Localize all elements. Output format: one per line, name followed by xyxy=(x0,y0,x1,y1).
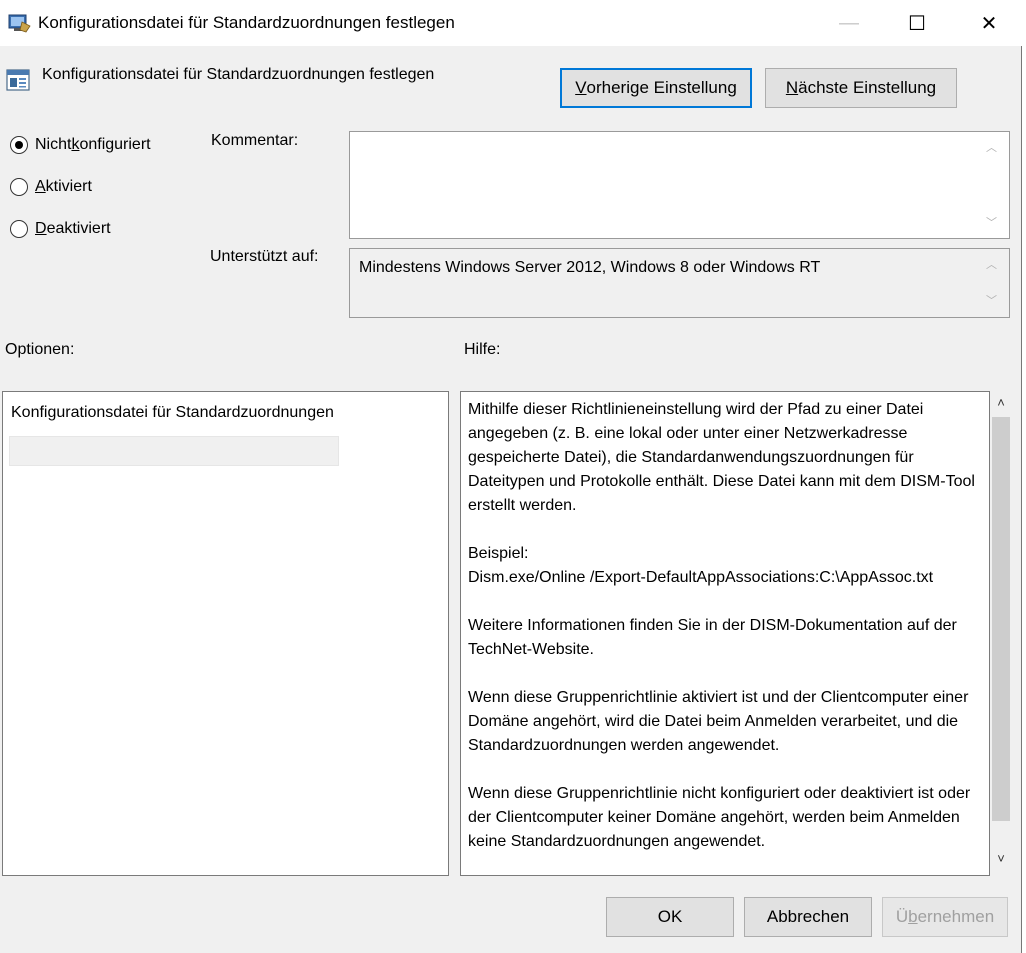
help-label: Hilfe: xyxy=(464,341,501,358)
previous-setting-mnemonic: V xyxy=(575,78,587,97)
supported-on-value: Mindestens Windows Server 2012, Windows … xyxy=(359,259,821,276)
help-paragraph: Beispiel: Dism.exe/Online /Export-Defaul… xyxy=(468,545,934,586)
next-setting-button[interactable]: Nächste Einstellung xyxy=(765,68,957,108)
policy-setting-icon xyxy=(6,69,30,91)
apply-label-rest: ernehmen xyxy=(917,907,995,926)
radio-mnemonic: k xyxy=(71,136,80,153)
comment-textarea[interactable] xyxy=(349,131,1010,239)
next-setting-label: ächste Einstellung xyxy=(798,78,937,97)
radio-enabled[interactable]: Aktiviert xyxy=(10,178,92,196)
help-scrollbar[interactable]: ˄ ˅ xyxy=(990,391,1012,876)
help-paragraph: Wenn diese Gruppenrichtlinie nicht konfi… xyxy=(468,785,971,850)
help-panel: Mithilfe dieser Richtlinieneinstellung w… xyxy=(460,391,990,876)
radio-label-prefix: Nicht xyxy=(35,136,72,153)
supported-on-label: Unterstützt auf: xyxy=(210,248,319,265)
radio-mnemonic: A xyxy=(35,178,46,195)
options-panel: Konfigurationsdatei für Standardzuordnun… xyxy=(2,391,449,876)
previous-setting-label: orherige Einstellung xyxy=(586,78,737,97)
comment-label: Kommentar: xyxy=(211,132,299,149)
minimize-button[interactable]: — xyxy=(820,0,878,46)
supported-scroll-up-icon: ︿ xyxy=(986,259,997,271)
cancel-button[interactable]: Abbrechen xyxy=(744,897,872,937)
title-bar: Konfigurationsdatei für Standardzuordnun… xyxy=(0,0,1026,46)
scroll-down-arrow-icon[interactable]: ˅ xyxy=(990,851,1012,871)
setting-title: Konfigurationsdatei für Standardzuordnun… xyxy=(42,66,435,83)
radio-mnemonic: D xyxy=(35,220,47,237)
apply-mnemonic: b xyxy=(908,907,918,926)
comment-scroll-down-icon: ﹀ xyxy=(986,217,997,229)
apply-button[interactable]: Üb ernehmen xyxy=(882,897,1008,937)
previous-setting-button[interactable]: Vorherige Einstellung xyxy=(560,68,752,108)
radio-indicator xyxy=(10,136,28,154)
next-setting-mnemonic: N xyxy=(785,78,799,97)
close-button[interactable]: ✕ xyxy=(960,0,1018,46)
radio-indicator xyxy=(10,220,28,238)
radio-not-configured[interactable]: Nicht k onfiguriert xyxy=(10,136,151,154)
ok-button[interactable]: OK xyxy=(606,897,734,937)
radio-indicator xyxy=(10,178,28,196)
scroll-up-arrow-icon[interactable]: ˄ xyxy=(990,395,1012,415)
group-policy-editor-icon xyxy=(8,14,31,33)
help-paragraph: Wenn diese Gruppenrichtlinie aktiviert i… xyxy=(468,689,969,754)
config-file-input[interactable] xyxy=(9,436,339,466)
scroll-thumb[interactable] xyxy=(992,417,1010,821)
apply-label-prefix: Ü xyxy=(895,907,909,926)
supported-scroll-down-icon: ﹀ xyxy=(986,295,997,307)
maximize-button[interactable]: ☐ xyxy=(888,0,946,46)
radio-label-rest: onfiguriert xyxy=(79,136,151,153)
supported-on-box: Mindestens Windows Server 2012, Windows … xyxy=(349,248,1010,318)
help-paragraph: Mithilfe dieser Richtlinieneinstellung w… xyxy=(468,401,975,514)
radio-disabled[interactable]: Deaktiviert xyxy=(10,220,111,238)
dialog-body: Konfigurationsdatei für Standardzuordnun… xyxy=(0,46,1022,953)
radio-label-rest: eaktiviert xyxy=(46,220,111,237)
window-title: Konfigurationsdatei für Standardzuordnun… xyxy=(38,13,455,32)
options-label: Optionen: xyxy=(5,341,75,358)
radio-label-rest: ktiviert xyxy=(45,178,92,195)
help-paragraph: Weitere Informationen finden Sie in der … xyxy=(468,617,957,658)
comment-scroll-up-icon: ︿ xyxy=(986,142,997,154)
config-file-label: Konfigurationsdatei für Standardzuordnun… xyxy=(11,404,334,421)
